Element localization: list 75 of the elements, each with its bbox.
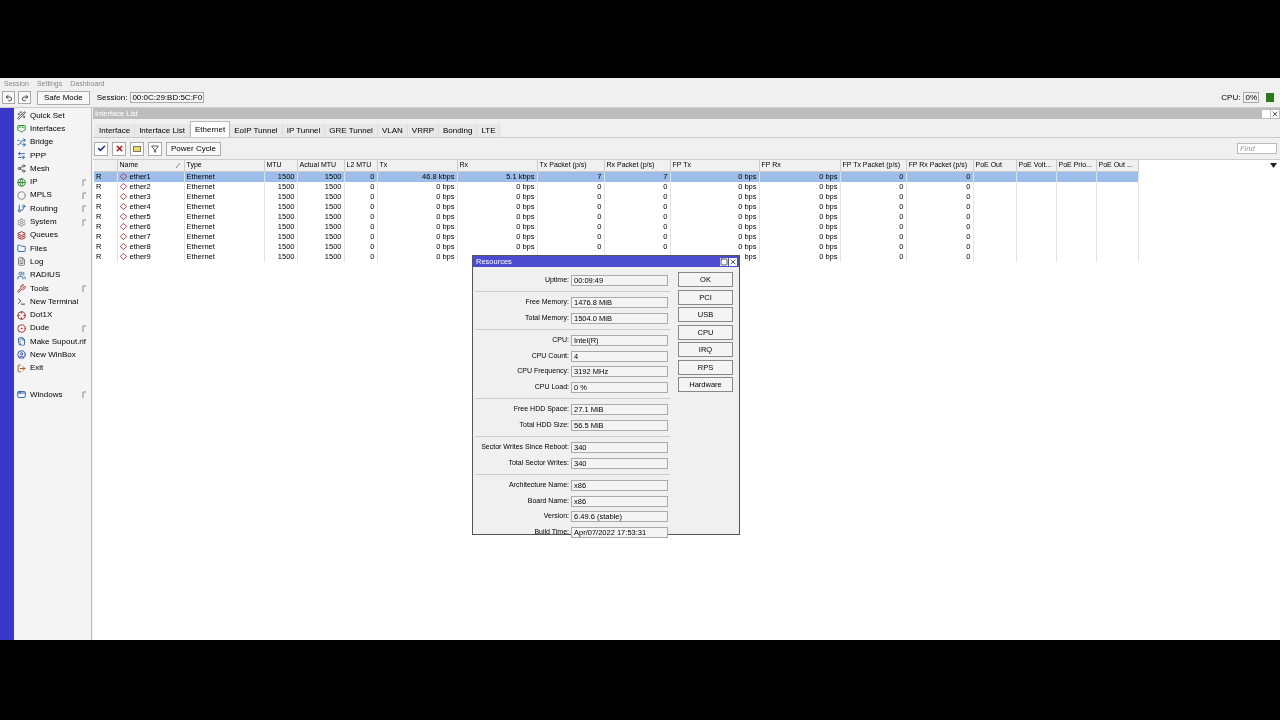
tab[interactable]: IP Tunnel xyxy=(282,124,326,137)
comment-button[interactable] xyxy=(130,141,144,156)
sidebar-item[interactable]: Make Supout.rif xyxy=(14,335,91,349)
sidebar-item[interactable]: Mesh xyxy=(14,162,91,176)
session-label: Session: xyxy=(96,91,128,104)
sidebar-item[interactable]: IP xyxy=(14,175,91,189)
nodes-icon xyxy=(17,164,26,174)
sidebar-item[interactable]: Windows xyxy=(14,387,91,402)
sidebar-item[interactable]: RADIUS xyxy=(14,268,91,282)
window-icon xyxy=(17,390,26,400)
sidebar-item[interactable]: New WinBox xyxy=(14,348,91,362)
filter-icon xyxy=(151,144,159,153)
layers-icon xyxy=(17,230,26,240)
sidebar-item[interactable]: Dot1X xyxy=(14,308,91,322)
circle-icon xyxy=(17,350,26,360)
sidebar-item[interactable]: Files xyxy=(14,241,91,256)
sidebar-item[interactable]: Quick Set xyxy=(14,109,91,123)
session-field[interactable]: 00:0C:29:BD:5C:F0 xyxy=(130,92,205,103)
cross-icon xyxy=(114,144,124,153)
tab[interactable]: VLAN xyxy=(377,124,408,137)
sidebar-item[interactable]: System xyxy=(14,215,91,229)
circle-icon xyxy=(17,190,26,200)
sidebar-item[interactable]: Exit xyxy=(14,361,91,375)
gear-icon xyxy=(17,217,26,227)
tab[interactable]: VRRP xyxy=(407,124,440,137)
sidebar-item[interactable]: Interfaces xyxy=(14,122,91,136)
sidebar-item[interactable]: Dude xyxy=(14,321,91,336)
redo-icon xyxy=(20,93,29,102)
cpu-indicator-icon xyxy=(1266,93,1274,102)
close-icon[interactable] xyxy=(729,257,737,266)
users-icon xyxy=(17,270,26,280)
tab[interactable]: Interface xyxy=(95,124,136,137)
maximize-icon[interactable] xyxy=(720,257,728,266)
sidebar-item[interactable]: Tools xyxy=(14,281,91,296)
branch-icon xyxy=(17,204,26,214)
file-icon xyxy=(17,337,26,347)
crosshair-icon xyxy=(17,310,26,320)
arrows-icon xyxy=(17,151,26,161)
sidebar-item[interactable]: New Terminal xyxy=(14,295,91,309)
power-cycle-button[interactable]: Power Cycle xyxy=(166,141,221,156)
tab[interactable]: LTE xyxy=(477,124,501,137)
filter-button[interactable] xyxy=(148,141,162,156)
cpu-label: CPU: xyxy=(1221,91,1241,104)
tab[interactable]: Ethernet xyxy=(189,121,231,137)
disable-button[interactable] xyxy=(112,141,126,156)
sidebar-item[interactable]: Bridge xyxy=(14,135,91,149)
cpu-field: 0% xyxy=(1243,92,1259,103)
exit-icon xyxy=(17,363,26,373)
tab[interactable]: Interface List xyxy=(135,124,190,137)
close-icon[interactable] xyxy=(1271,109,1279,118)
note-icon xyxy=(133,145,141,152)
redo-button[interactable] xyxy=(18,91,31,104)
sidebar-item[interactable]: PPP xyxy=(14,148,91,163)
tab[interactable]: GRE Tunnel xyxy=(325,124,378,137)
undo-icon xyxy=(4,93,13,102)
sort-icon xyxy=(175,162,180,168)
wrench-icon xyxy=(17,284,26,293)
ethernet-port-icon xyxy=(17,124,26,134)
sidebar-item[interactable]: Routing xyxy=(14,202,91,216)
document-icon xyxy=(17,257,26,267)
target-icon xyxy=(17,323,26,333)
tab[interactable]: EoIP Tunnel xyxy=(230,124,283,137)
sidebar-item[interactable]: Queues xyxy=(14,228,91,242)
column-menu-icon[interactable] xyxy=(1270,163,1277,168)
globe-icon xyxy=(17,177,26,187)
shuffle-icon xyxy=(17,137,26,147)
folder-icon xyxy=(17,244,26,254)
tab[interactable]: Bonding xyxy=(439,124,478,137)
terminal-icon xyxy=(17,297,26,307)
safe-mode-button[interactable]: Safe Mode xyxy=(37,90,90,105)
check-icon xyxy=(96,144,106,153)
sidebar-item[interactable]: Log xyxy=(14,255,91,269)
undo-button[interactable] xyxy=(2,91,15,104)
sidebar-item[interactable]: MPLS xyxy=(14,188,91,203)
enable-button[interactable] xyxy=(94,141,108,156)
